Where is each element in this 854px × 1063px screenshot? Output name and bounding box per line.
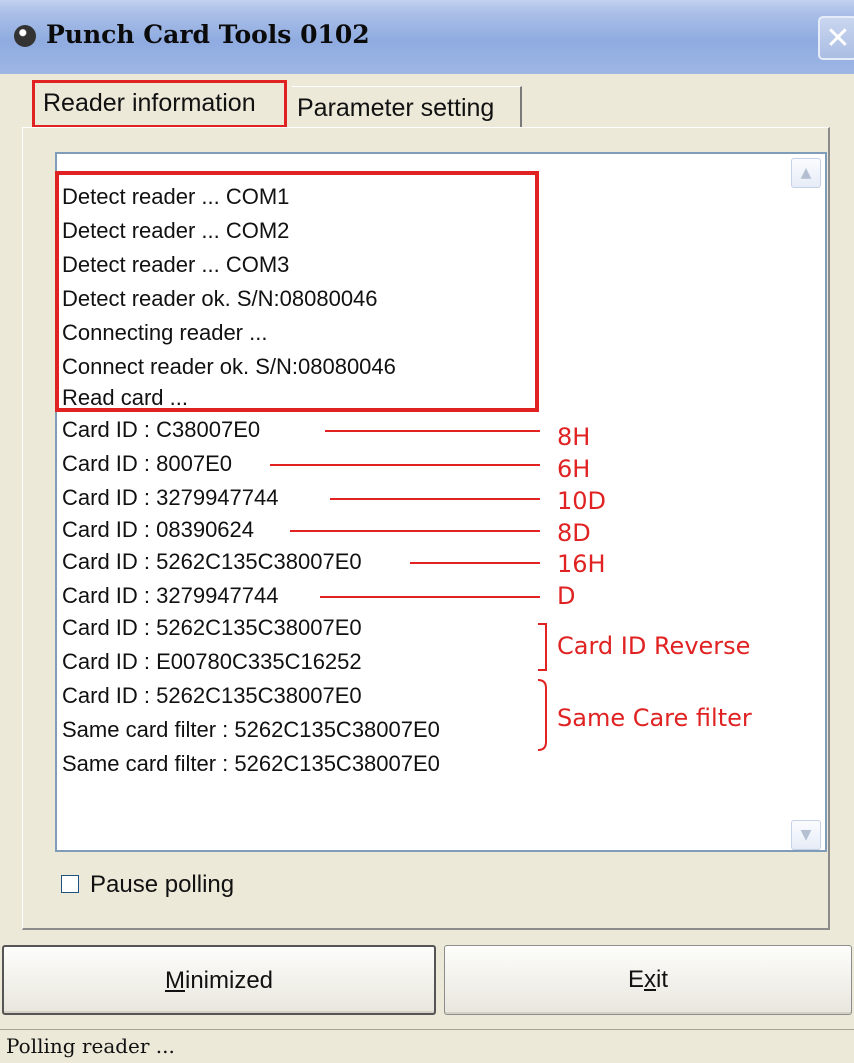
- status-bar: Polling reader ...: [0, 1029, 854, 1063]
- annotation-line: [270, 464, 540, 466]
- log-line: Card ID : C38007E0: [62, 417, 261, 442]
- annotation-line: [325, 430, 540, 432]
- annotation-label: 8D: [557, 519, 591, 547]
- annotation-label: 16H: [557, 550, 606, 578]
- annotation-label: 10D: [557, 487, 607, 515]
- window-title: Punch Card Tools 0102: [46, 20, 370, 49]
- minimized-button[interactable]: Minimized: [2, 945, 436, 1015]
- log-line: Card ID : 5262C135C38007E0: [62, 615, 362, 640]
- app-window: Punch Card Tools 0102 ✕ Reader informati…: [0, 0, 854, 1063]
- scroll-down-arrow-icon[interactable]: ▼: [791, 820, 821, 850]
- log-line: Same card filter : 5262C135C38007E0: [62, 751, 440, 776]
- scroll-up-arrow-icon[interactable]: ▲: [791, 158, 821, 188]
- app-icon: [14, 25, 36, 47]
- connection-log-highlight: [55, 171, 539, 412]
- annotation-label: D: [557, 582, 576, 610]
- log-line: Same card filter : 5262C135C38007E0: [62, 717, 440, 742]
- log-line: Card ID : 8007E0: [62, 451, 232, 476]
- log-line: Card ID : 5262C135C38007E0: [62, 549, 362, 574]
- pause-polling-label: Pause polling: [90, 871, 235, 898]
- log-line: Card ID : 3279947744: [62, 583, 279, 608]
- log-line: Card ID : 5262C135C38007E0: [62, 683, 362, 708]
- annotation-label: 8H: [557, 423, 591, 451]
- annotation-line: [290, 530, 540, 532]
- filter-bracket: [537, 679, 547, 751]
- exit-label-post: it: [656, 966, 668, 993]
- minimized-label-post: inimized: [184, 967, 274, 994]
- annotation-label: Same Care filter: [557, 704, 752, 732]
- title-bar[interactable]: Punch Card Tools 0102 ✕: [0, 0, 854, 74]
- tab-parameter-setting[interactable]: Parameter setting: [292, 86, 522, 128]
- annotation-label: 6H: [557, 455, 591, 483]
- exit-mnemonic: x: [644, 966, 656, 993]
- status-text: Polling reader ...: [6, 1034, 175, 1058]
- exit-label-pre: E: [627, 966, 644, 993]
- log-line: Card ID : E00780C335C16252: [62, 649, 362, 674]
- annotation-line: [410, 562, 540, 564]
- tab-reader-information[interactable]: Reader information: [32, 80, 287, 128]
- annotation-line: [330, 498, 540, 500]
- annotation-line: [320, 596, 540, 598]
- exit-button[interactable]: Exit: [444, 945, 852, 1015]
- minimized-mnemonic: M: [164, 967, 185, 994]
- annotation-label: Card ID Reverse: [557, 632, 751, 660]
- close-button[interactable]: ✕: [818, 16, 854, 60]
- log-line: Card ID : 08390624: [62, 517, 255, 542]
- log-line: Card ID : 3279947744: [62, 485, 279, 510]
- reverse-bracket: [538, 623, 547, 671]
- pause-polling-checkbox[interactable]: [61, 875, 79, 893]
